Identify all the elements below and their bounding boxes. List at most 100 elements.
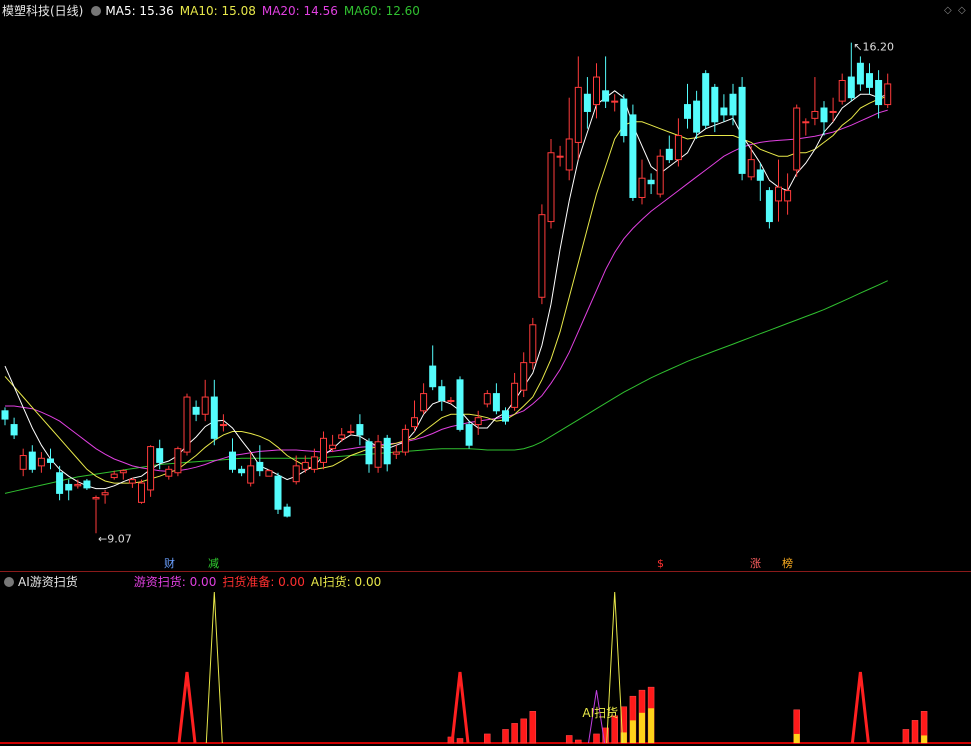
candle-up	[593, 76, 600, 106]
candle-up	[119, 470, 127, 474]
candle-up	[329, 444, 337, 450]
candle-down	[820, 107, 828, 123]
candle-down	[502, 410, 509, 422]
candle-down	[756, 169, 764, 181]
indicator-bar	[484, 733, 491, 744]
ai-peak	[205, 591, 223, 744]
candle-down	[192, 406, 200, 415]
candle-up	[884, 83, 892, 106]
candle-up	[19, 455, 27, 470]
candle-up	[529, 324, 537, 364]
candle-up	[829, 110, 837, 113]
candle-up	[547, 152, 555, 223]
indicator-bar	[593, 733, 600, 744]
candle-up	[556, 155, 564, 158]
candle-down	[738, 86, 746, 174]
prep-peak	[850, 671, 870, 744]
candle-up	[483, 393, 491, 405]
ai-bar	[648, 708, 655, 743]
candle-up	[92, 497, 100, 500]
candle-up	[165, 468, 173, 477]
candle-up	[574, 86, 582, 143]
ma60-line	[4, 280, 888, 494]
candle-up	[411, 417, 418, 428]
candle-up	[747, 159, 755, 178]
candle-up	[474, 417, 482, 426]
candle-down	[28, 451, 36, 470]
candle-up	[811, 110, 819, 119]
candle-up	[838, 79, 846, 102]
candle-up	[656, 155, 664, 195]
ai-bar	[620, 732, 627, 743]
candle-down	[684, 104, 691, 119]
indicator-bar	[511, 723, 518, 744]
ai-scan-label: AI扫货	[582, 705, 618, 720]
candle-up	[138, 482, 145, 503]
candlestick-chart: ↖16.20 ←9.07 AI扫货	[0, 41, 971, 744]
candle-up	[183, 396, 191, 453]
candle-up	[802, 121, 810, 124]
candle-down	[647, 179, 655, 185]
candle-down	[256, 461, 264, 472]
candle-down	[229, 451, 236, 470]
candle-down	[620, 98, 628, 137]
candle-down	[875, 79, 883, 106]
ma10-line	[4, 95, 888, 484]
candle-up	[247, 465, 255, 484]
candle-up	[128, 479, 136, 484]
candle-up	[201, 396, 209, 415]
prep-peak	[177, 671, 197, 744]
candle-up	[301, 461, 309, 470]
indicator-bar	[565, 735, 573, 744]
candle-up	[520, 362, 528, 391]
candle-up	[174, 448, 182, 474]
candle-up	[37, 457, 45, 467]
candle-up	[74, 483, 82, 487]
ma5-line	[4, 90, 888, 490]
indicator-bar	[456, 738, 464, 744]
low-price-label: ←9.07	[98, 532, 132, 545]
candle-up	[565, 138, 573, 171]
indicator-bar	[520, 718, 527, 744]
indicator-bar	[529, 711, 537, 744]
candle-down	[856, 62, 864, 85]
candle-up	[219, 424, 227, 427]
ma20-line	[5, 109, 888, 472]
candle-down	[456, 379, 464, 430]
prep-peak	[450, 671, 470, 744]
candle-down	[356, 424, 364, 436]
candle-down	[65, 483, 73, 491]
ai-bar	[793, 733, 800, 743]
candle-down	[56, 472, 64, 494]
candle-up	[265, 470, 273, 477]
candle-down	[729, 93, 737, 116]
candle-down	[583, 93, 591, 112]
candle-down	[847, 76, 855, 99]
candle-down	[465, 424, 473, 446]
candle-up	[392, 451, 400, 455]
candle-down	[693, 100, 701, 133]
candle-up	[374, 441, 382, 468]
candle-up	[320, 437, 327, 463]
candle-up	[538, 214, 546, 298]
ai-bar	[629, 720, 636, 743]
candle-down	[238, 468, 246, 474]
candle-up	[401, 428, 409, 453]
high-price-label: ↖16.20	[853, 41, 894, 54]
candle-up	[674, 135, 682, 161]
candle-up	[447, 399, 455, 402]
candle-down	[438, 386, 446, 401]
indicator-bar	[902, 729, 910, 744]
candle-down	[665, 148, 673, 161]
candle-down	[47, 458, 54, 463]
candle-down	[492, 393, 500, 412]
candle-up	[101, 492, 109, 496]
candle-up	[110, 473, 118, 479]
indicator-bar	[911, 720, 919, 744]
candle-up	[310, 456, 318, 470]
candle-down	[383, 437, 391, 465]
candle-down	[274, 475, 282, 510]
candle-down	[629, 114, 637, 198]
candle-down	[10, 424, 18, 436]
candle-down	[1, 410, 9, 420]
